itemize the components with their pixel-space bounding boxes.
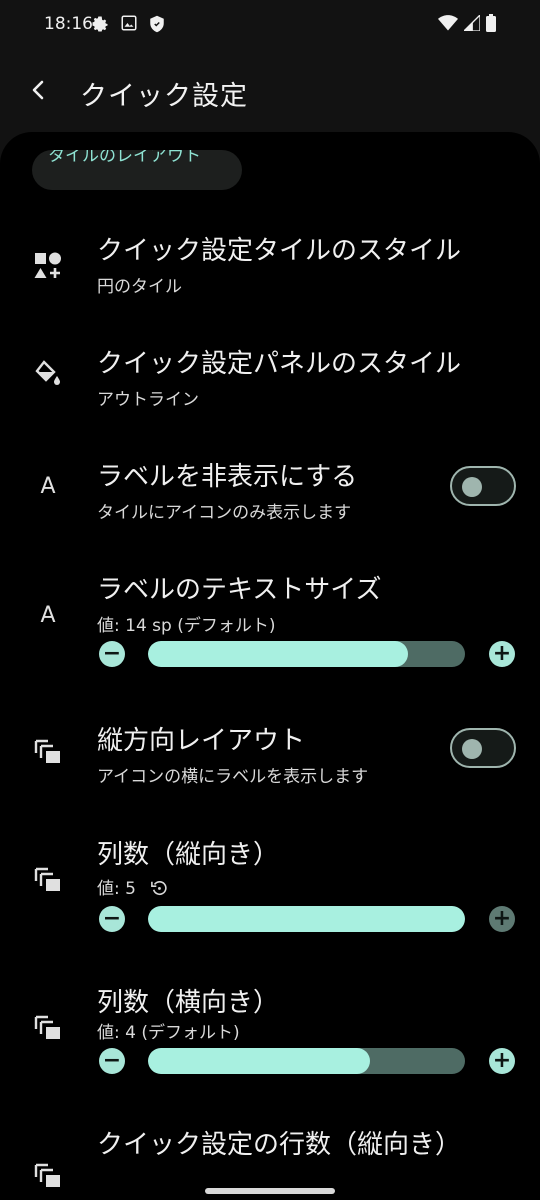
setting-title: ラベルのテキストサイズ [97, 575, 382, 605]
setting-panel-style[interactable]: クイック設定パネルのスタイル アウトライン [0, 335, 540, 425]
toolbar: クイック設定 [0, 60, 540, 124]
decrease-button[interactable]: − [99, 906, 125, 932]
text-a-icon: A [40, 473, 56, 499]
status-time: 18:16 [44, 14, 93, 34]
setting-columns-landscape[interactable]: 列数（横向き） 値: 4 (デフォルト) − + [0, 974, 540, 1094]
screen: 18:16 クイック設定 タイルのレイアウト クイック設定タイルのスタイル 円の… [0, 0, 540, 1200]
setting-title: 列数（横向き） [97, 988, 280, 1018]
reset-icon[interactable] [151, 880, 168, 901]
setting-summary: アウトライン [97, 390, 199, 410]
wifi-icon [438, 15, 458, 35]
setting-vertical-layout[interactable]: 縦方向レイアウト アイコンの横にラベルを表示します [0, 712, 540, 802]
slider-fill [148, 641, 408, 667]
setting-summary: タイルにアイコンのみ表示します [97, 503, 352, 523]
gear-icon [90, 14, 110, 34]
back-button[interactable] [20, 74, 56, 110]
text-a-icon: A [40, 602, 56, 628]
stacked-squares-icon [30, 732, 66, 768]
setting-title: ラベルを非表示にする [97, 462, 358, 492]
signal-icon [462, 13, 481, 35]
columns-landscape-slider[interactable]: − + [97, 1046, 517, 1076]
setting-title: クイック設定の行数（縦向き） [97, 1130, 462, 1160]
increase-button[interactable]: + [489, 641, 515, 667]
category-header: タイルのレイアウト [32, 150, 242, 190]
toggle-knob [462, 739, 482, 759]
setting-label-size[interactable]: A ラベルのテキストサイズ 値: 14 sp (デフォルト) − + [0, 561, 540, 681]
paint-bucket-icon [30, 357, 66, 393]
battery-icon [486, 14, 496, 36]
stacked-squares-icon [30, 860, 66, 896]
stacked-squares-icon [30, 1008, 66, 1044]
settings-list[interactable]: タイルのレイアウト クイック設定タイルのスタイル 円のタイル クイック設定パネル… [0, 132, 540, 1200]
slider-track[interactable] [148, 906, 465, 932]
gesture-nav-handle[interactable] [205, 1188, 335, 1194]
columns-portrait-slider[interactable]: − + [97, 904, 517, 934]
slider-track[interactable] [148, 641, 465, 667]
shapes-icon [30, 248, 66, 284]
decrease-button[interactable]: − [99, 641, 125, 667]
category-label: タイルのレイアウト [48, 150, 201, 166]
setting-summary: 値: 14 sp (デフォルト) [97, 616, 276, 636]
setting-columns-portrait[interactable]: 列数（縦向き） 値: 5 − + [0, 826, 540, 946]
slider-fill [148, 906, 465, 932]
toggle-knob [462, 477, 482, 497]
hide-labels-toggle[interactable] [450, 466, 516, 506]
setting-title: クイック設定パネルのスタイル [97, 349, 462, 379]
decrease-button[interactable]: − [99, 1048, 125, 1074]
slider-fill [148, 1048, 370, 1074]
setting-summary: 値: 5 [97, 874, 168, 901]
setting-summary: 値: 4 (デフォルト) [97, 1023, 240, 1043]
setting-title: クイック設定タイルのスタイル [97, 236, 462, 266]
status-bar: 18:16 [0, 0, 540, 50]
image-icon [120, 14, 140, 34]
setting-hide-labels[interactable]: A ラベルを非表示にする タイルにアイコンのみ表示します [0, 448, 540, 538]
setting-title: 縦方向レイアウト [97, 726, 306, 756]
summary-text: 値: 5 [97, 879, 136, 899]
back-arrow-icon [30, 79, 46, 105]
vertical-layout-toggle[interactable] [450, 728, 516, 768]
setting-summary: アイコンの横にラベルを表示します [97, 767, 369, 787]
page-title: クイック設定 [80, 81, 248, 112]
label-size-slider[interactable]: − + [97, 639, 517, 669]
setting-title: 列数（縦向き） [97, 840, 280, 870]
setting-tile-style[interactable]: クイック設定タイルのスタイル 円のタイル [0, 222, 540, 312]
increase-button[interactable]: + [489, 906, 515, 932]
status-right [438, 13, 496, 36]
slider-track[interactable] [148, 1048, 465, 1074]
increase-button[interactable]: + [489, 1048, 515, 1074]
stacked-squares-icon [30, 1156, 66, 1192]
setting-summary: 円のタイル [97, 277, 182, 297]
shield-icon [148, 14, 168, 34]
